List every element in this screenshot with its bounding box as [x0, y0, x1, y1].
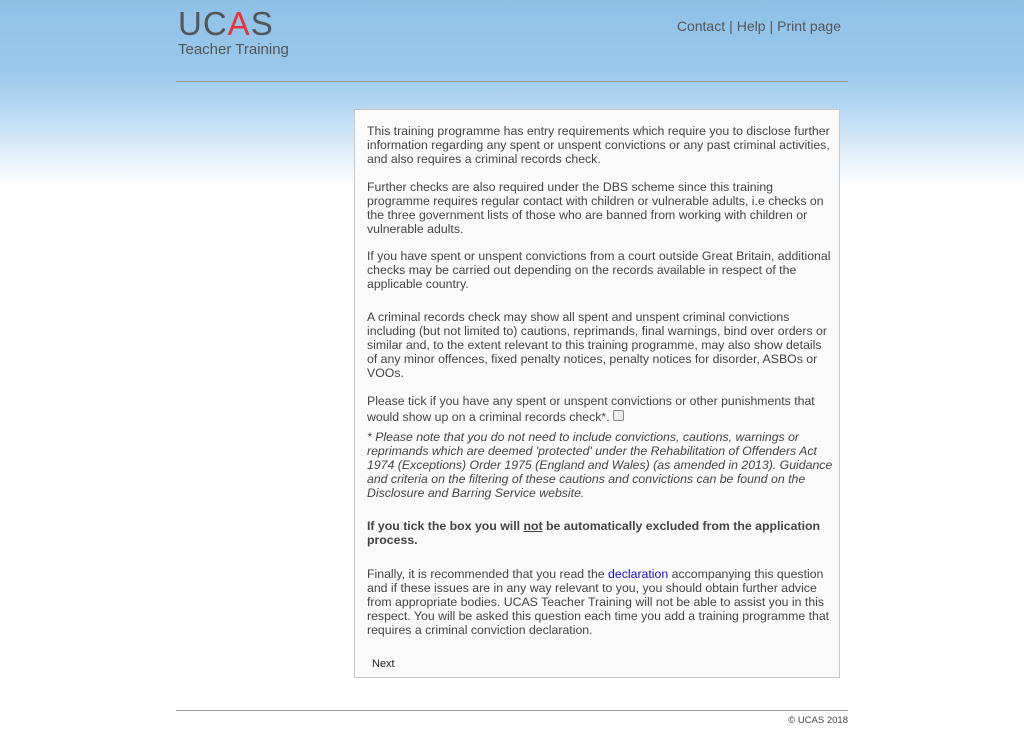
finally-text-pre: Finally, it is recommended that you read… [367, 567, 609, 581]
copyright-text: © UCAS 2018 [788, 715, 848, 726]
convictions-checkbox[interactable] [612, 410, 624, 422]
not-excluded-notice: If you tick the box you will not be auto… [367, 519, 833, 547]
paragraph-entry-requirements: This training programme has entry requir… [367, 124, 830, 166]
footer-divider [176, 710, 848, 711]
protected-note: * Please note that you do not need to in… [367, 430, 833, 500]
logo-text-s: S [250, 5, 274, 42]
logo-wordmark: UCAS [178, 5, 289, 42]
ucas-logo[interactable]: UCAS Teacher Training [178, 5, 289, 59]
logo-text-a: A [227, 5, 251, 42]
link-separator: | [769, 18, 774, 34]
contact-link[interactable]: Contact [677, 18, 725, 34]
header-links: Contact | Help | Print page [677, 18, 841, 34]
paragraph-criminal-records-check: A criminal records check may show all sp… [367, 310, 827, 380]
logo-text-uc: UC [178, 5, 228, 42]
logo-subtitle: Teacher Training [178, 41, 289, 58]
paragraph-finally: Finally, it is recommended that you read… [367, 567, 833, 637]
paragraph-dbs-checks: Further checks are also required under t… [367, 180, 824, 236]
tick-prompt-text: Please tick if you have any spent or uns… [367, 394, 815, 424]
header-divider [176, 81, 848, 82]
paragraph-tick-prompt: Please tick if you have any spent or uns… [367, 393, 833, 425]
link-separator: | [729, 18, 733, 34]
declaration-link[interactable]: declaration [608, 567, 668, 581]
print-page-link[interactable]: Print page [777, 18, 841, 34]
next-button[interactable]: Next [372, 658, 395, 670]
paragraph-outside-gb: If you have spent or unspent convictions… [367, 249, 831, 291]
declaration-panel: This training programme has entry requir… [354, 109, 840, 678]
notice-text-not: not [523, 519, 543, 533]
notice-text-pre: If you tick the box you will [367, 519, 524, 533]
help-link[interactable]: Help [737, 18, 766, 34]
